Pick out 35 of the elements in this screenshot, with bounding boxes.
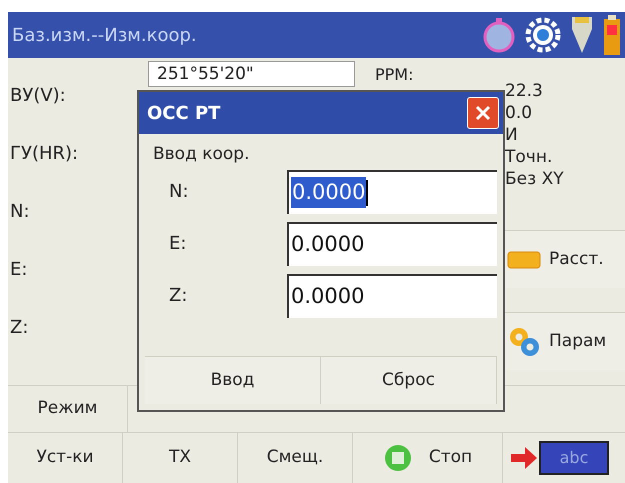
toolbar-button[interactable]: Смещ. <box>238 433 353 483</box>
dialog-title: OCC PT <box>147 102 220 126</box>
status-value: Без XY <box>505 168 565 190</box>
status-value: 0.0 <box>505 102 534 124</box>
angle-field: 251°55'20" <box>148 61 355 87</box>
settings-icon[interactable] <box>525 17 561 53</box>
ppm-label: PPM: <box>375 65 414 84</box>
coord-field[interactable]: 0.0000 <box>287 170 497 214</box>
stop-icon <box>382 443 413 473</box>
status-value: Точн. <box>505 146 554 168</box>
stop-button[interactable]: Стоп <box>353 433 503 483</box>
side-button[interactable]: Парам <box>505 312 625 370</box>
field-label: Z: <box>10 316 28 340</box>
status-value: И <box>505 124 519 146</box>
window-title: Баз.изм.--Изм.коор. <box>12 24 197 48</box>
toolbar-button[interactable]: ТХ <box>123 433 238 483</box>
status-value: 22.3 <box>505 80 544 102</box>
field-label: ВУ(V): <box>10 84 66 108</box>
coord-label: Z: <box>169 284 188 308</box>
close-icon <box>475 105 491 121</box>
field-label: E: <box>10 258 28 282</box>
side-button[interactable]: Расст. <box>505 230 625 288</box>
dialog-button[interactable]: Ввод <box>145 357 321 404</box>
close-button[interactable] <box>467 97 499 129</box>
field-label: ГУ(HR): <box>10 142 78 166</box>
coord-label: E: <box>169 232 188 256</box>
coord-field[interactable]: 0.0000 <box>287 222 497 266</box>
mode-button[interactable]: Режим <box>8 386 128 432</box>
toolbar-button[interactable]: Уст-ки <box>8 433 123 483</box>
section-label: Ввод коор. <box>153 144 250 164</box>
coord-label: N: <box>169 180 190 204</box>
coord-field[interactable]: 0.0000 <box>287 274 497 318</box>
dialog-button[interactable]: Сброс <box>321 357 497 404</box>
battery-icon[interactable] <box>603 15 621 55</box>
field-label: N: <box>10 200 30 224</box>
